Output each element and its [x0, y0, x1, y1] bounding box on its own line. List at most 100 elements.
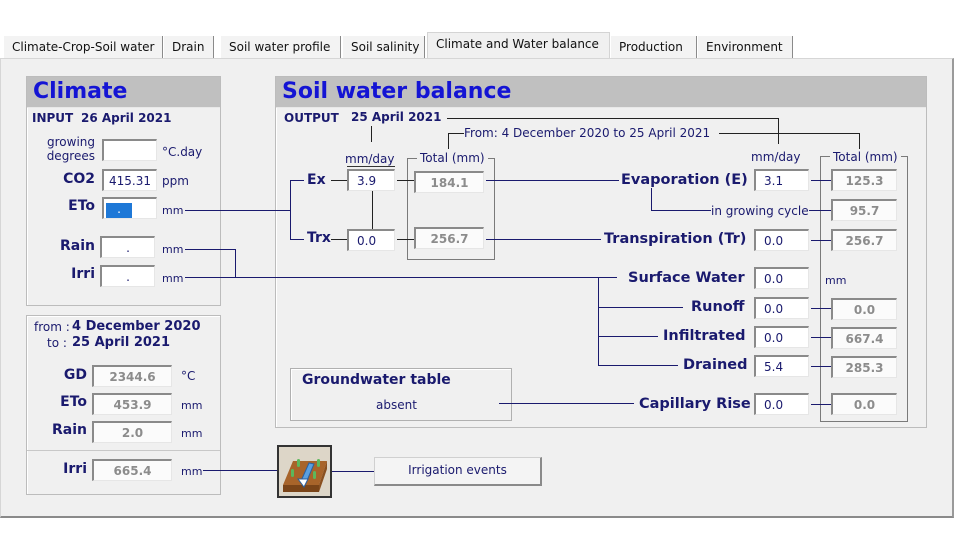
evaporation-total-value: 125.3 [831, 169, 897, 191]
capillary-rise-daily-to-total [811, 404, 831, 405]
climate-title: Climate [27, 77, 220, 108]
irrigation-icon-button[interactable] [277, 445, 332, 498]
infiltrated-daily-to-total [811, 337, 831, 338]
icon-to-button-connector [332, 471, 374, 472]
tab-climate-and-water-balance[interactable]: Climate and Water balance [427, 32, 610, 58]
period-eto-unit: mm [181, 399, 203, 412]
mmday-label-right: mm/day [751, 150, 801, 164]
tab-environment[interactable]: Environment [698, 36, 793, 58]
transpiration-daily-value: 0.0 [754, 229, 809, 251]
runoff-daily-to-total [811, 308, 831, 309]
ex-total-value: 184.1 [414, 171, 484, 193]
eto-unit: mm [162, 204, 184, 217]
trx-total-value: 256.7 [414, 227, 484, 249]
tab-drain[interactable]: Drain [164, 36, 214, 58]
tab-production[interactable]: Production [611, 36, 697, 58]
runoff-daily-value: 0.0 [754, 297, 809, 319]
rain-connector [185, 249, 235, 250]
growing-degrees-input[interactable] [102, 139, 157, 161]
co2-input[interactable]: 415.31 [102, 169, 157, 191]
infiltrated-branch [598, 336, 658, 337]
evaporation-daily-value: 3.1 [754, 169, 809, 191]
drained-daily-value: 5.4 [754, 355, 809, 377]
co2-unit: ppm [162, 174, 189, 188]
growing-cycle-link-vertical [651, 188, 652, 210]
rain-label: Rain [60, 238, 95, 254]
capillary-rise-label: Capillary Rise [639, 396, 751, 412]
irrigation-icon [283, 459, 327, 492]
irri-to-surface-water-connector [185, 277, 617, 278]
infiltrated-total-value: 667.4 [831, 327, 897, 349]
eto-connector [185, 210, 291, 211]
irri-to-irrigation-connector [203, 470, 277, 471]
surface-water-branch-vertical [598, 277, 599, 366]
period-to-date: 25 April 2021 [72, 335, 171, 350]
tab-strip: Climate-Crop-Soil water Drain Soil water… [0, 30, 960, 58]
ex-trx-link [372, 191, 373, 229]
output-date-connector-left [371, 126, 372, 142]
period-gd-value: 2344.6 [92, 365, 172, 387]
growing-cycle-link-horizontal [651, 210, 711, 211]
irri-input[interactable]: . [100, 265, 155, 287]
drained-daily-to-total [811, 366, 831, 367]
co2-label: CO2 [63, 171, 95, 187]
tab-soil-salinity[interactable]: Soil salinity [343, 36, 425, 58]
mmday-underline-left [347, 166, 395, 167]
runoff-label: Runoff [691, 299, 745, 315]
runoff-total-value: 0.0 [831, 298, 897, 320]
period-connector-right [719, 133, 859, 134]
tab-soil-water-profile[interactable]: Soil water profile [221, 36, 341, 58]
growing-cycle-to-total [809, 210, 831, 211]
growing-cycle-label: in growing cycle [711, 204, 809, 218]
surface-water-unit: mm [825, 274, 847, 287]
ex-daily-value: 3.9 [347, 169, 395, 191]
irri-label: Irri [71, 266, 95, 282]
period-irri-value: 665.4 [92, 459, 172, 481]
irrigation-events-button[interactable]: Irrigation events [374, 457, 542, 486]
growing-degrees-unit: °C.day [162, 145, 203, 159]
growing-degrees-label-line1: growing [47, 135, 95, 149]
infiltrated-daily-value: 0.0 [754, 326, 809, 348]
rain-unit: mm [162, 243, 184, 256]
period-to-label: to : [47, 336, 67, 350]
period-rain-unit: mm [181, 427, 203, 440]
transpiration-total-value: 256.7 [831, 229, 897, 251]
output-label: OUTPUT [284, 111, 339, 125]
period-connector-left [448, 133, 464, 134]
period-rain-label: Rain [52, 422, 87, 438]
period-eto-value: 453.9 [92, 393, 172, 415]
total-column-group [820, 156, 908, 422]
period-connector-right-drop [859, 133, 860, 149]
period-eto-label: ETo [60, 394, 87, 410]
capillary-rise-daily-value: 0.0 [754, 393, 809, 415]
drained-total-value: 285.3 [831, 356, 897, 378]
trx-daily-value: 0.0 [347, 229, 395, 251]
output-date-connector-drop [778, 118, 779, 144]
mmday-label-left: mm/day [345, 152, 395, 166]
groundwater-table-status: absent [376, 398, 417, 412]
tab-climate-crop-soil-water[interactable]: Climate-Crop-Soil water [4, 36, 163, 58]
trx-daily-to-total [397, 239, 414, 240]
soil-water-balance-title: Soil water balance [276, 77, 926, 108]
infiltrated-label: Infiltrated [663, 328, 746, 344]
period-irri-label: Irri [63, 461, 87, 477]
drained-branch [598, 365, 678, 366]
trx-to-transpiration-connector [486, 239, 601, 240]
growing-degrees-label-line2: degrees [46, 149, 95, 163]
period-irri-unit: mm [181, 465, 203, 478]
runoff-branch [598, 307, 683, 308]
evaporation-daily-to-total [811, 180, 831, 181]
groundwater-table-title: Groundwater table [302, 372, 451, 388]
rain-connector-drop [235, 249, 236, 278]
input-date: 26 April 2021 [81, 111, 172, 125]
ex-to-daily-connector [331, 180, 347, 181]
ex-daily-to-total [397, 180, 414, 181]
input-label: INPUT [32, 111, 74, 125]
growing-cycle-total-value: 95.7 [831, 199, 897, 221]
total-label-left: Total (mm) [417, 151, 488, 165]
eto-input[interactable]: . [102, 197, 157, 219]
eto-input-value: . [106, 203, 132, 218]
output-date-connector [447, 118, 779, 119]
rain-input[interactable]: . [100, 236, 155, 258]
capillary-rise-total-value: 0.0 [831, 393, 897, 415]
